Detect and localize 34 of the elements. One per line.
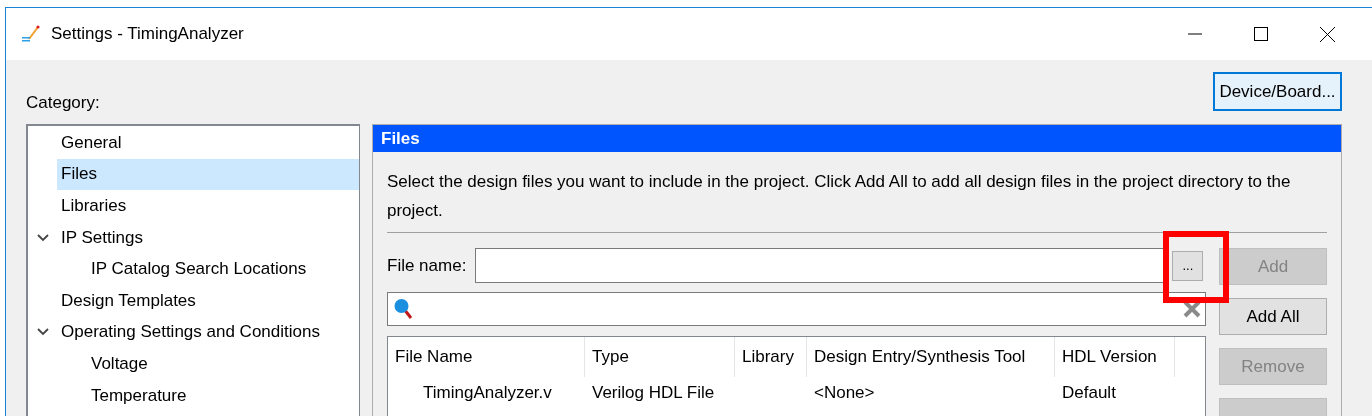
file-name-label: File name: <box>387 255 467 276</box>
chevron-down-icon[interactable] <box>36 233 49 242</box>
table-cell-text: TimingAnalyzer.v <box>422 382 553 404</box>
category-label: Category: <box>26 93 100 113</box>
column-header[interactable]: File Name <box>388 337 585 377</box>
browse-button[interactable]: ... <box>1172 250 1204 281</box>
app-icon <box>21 24 41 44</box>
device-board-button[interactable]: Device/Board... <box>1213 72 1342 111</box>
category-item[interactable]: Libraries <box>57 190 359 222</box>
table-cell-text: <None> <box>813 382 876 404</box>
table-cell-text: Default <box>1061 382 1117 404</box>
search-icon <box>394 298 414 320</box>
table-cell-text: Verilog HDL File <box>591 382 716 404</box>
category-item[interactable]: Voltage <box>87 348 359 380</box>
close-icon <box>1319 26 1335 42</box>
category-item[interactable]: IP Settings <box>57 221 359 254</box>
column-header[interactable]: Type <box>585 337 735 377</box>
column-header[interactable]: Design Entry/Synthesis Tool <box>807 337 1055 377</box>
category-item[interactable]: Operating Settings and Conditions <box>57 316 359 349</box>
column-header[interactable]: Library <box>735 337 807 377</box>
column-header[interactable]: HDL Version <box>1055 337 1175 377</box>
maximize-icon <box>1254 27 1268 41</box>
category-item[interactable]: IP Catalog Search Locations <box>87 253 359 285</box>
chevron-down-icon[interactable] <box>36 328 49 337</box>
panel-header: Files <box>373 125 1341 152</box>
panel-description: Select the design files you want to include in the project. Click Add All to add all design files in the project directory to the project. <box>387 171 1292 222</box>
category-item[interactable]: Files <box>57 158 359 191</box>
window-title: Settings - TimingAnalyzer <box>51 24 244 44</box>
category-item[interactable]: General <box>57 127 359 159</box>
category-item[interactable]: Temperature <box>87 379 359 412</box>
filter-field[interactable] <box>387 292 1206 326</box>
action-button[interactable]: Add All <box>1219 298 1327 335</box>
clear-icon[interactable] <box>1183 300 1201 318</box>
category-item[interactable]: Design Templates <box>57 284 359 317</box>
